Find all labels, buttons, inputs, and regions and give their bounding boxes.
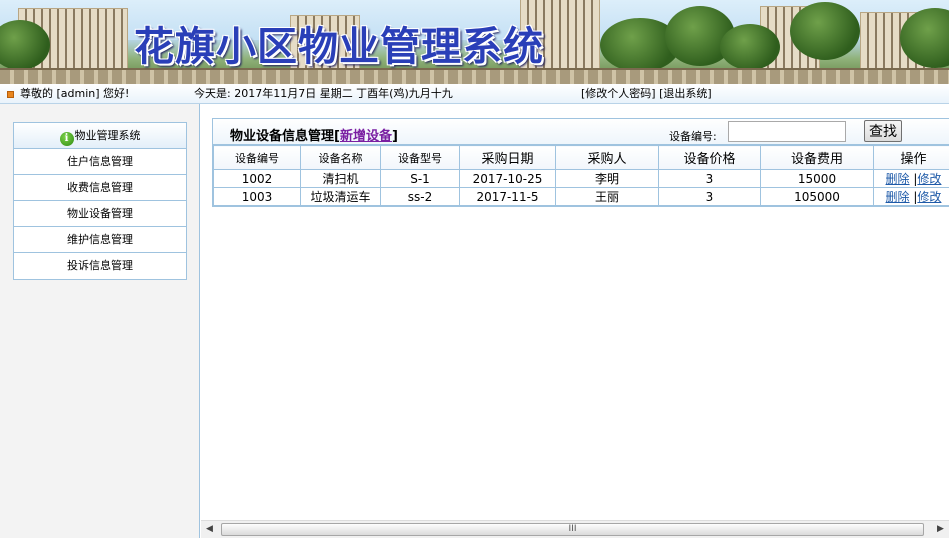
column-header: 设备价格 xyxy=(658,145,761,170)
account-links: [修改个人密码] [退出系统] xyxy=(581,84,712,104)
column-header: 采购日期 xyxy=(459,145,556,170)
equipment-panel: 物业设备信息管理[新增设备] 设备编号: 查找 设备编号 设备名称 设备型号 采… xyxy=(212,118,949,207)
page-title-text: 物业设备信息管理 xyxy=(230,129,335,144)
search-label: 设备编号: xyxy=(669,130,717,143)
banner-tree xyxy=(790,2,860,60)
column-header: 设备型号 xyxy=(380,145,460,170)
page-title: 物业设备信息管理[新增设备] xyxy=(230,129,398,144)
sidebar-header-label: 物业管理系统 xyxy=(74,129,141,142)
cell-buyer: 王丽 xyxy=(555,187,659,206)
welcome-text: 尊敬的 [admin] 您好! xyxy=(20,87,130,100)
cell-buyer: 李明 xyxy=(555,169,659,188)
table-header-row: 设备编号 设备名称 设备型号 采购日期 采购人 设备价格 设备费用 操作 xyxy=(213,145,949,170)
column-header: 采购人 xyxy=(555,145,659,170)
cell-id: 1003 xyxy=(213,187,301,206)
sidebar-item-fees[interactable]: 收费信息管理 xyxy=(14,175,186,201)
cell-model: S-1 xyxy=(380,169,460,188)
equipment-id-search-input[interactable] xyxy=(728,121,846,142)
banner-tree xyxy=(720,24,780,70)
sidebar-item-maintenance[interactable]: 维护信息管理 xyxy=(14,227,186,253)
change-password-link[interactable]: [修改个人密码] xyxy=(581,87,656,100)
panel-header: 物业设备信息管理[新增设备] 设备编号: 查找 xyxy=(213,119,949,145)
delete-link[interactable]: 删除 xyxy=(886,172,910,186)
cell-actions: 删除 |修改 xyxy=(873,169,949,188)
cell-actions: 删除 |修改 xyxy=(873,187,949,206)
sidebar-header: i 物业管理系统 xyxy=(14,123,186,149)
cell-price: 3 xyxy=(658,187,761,206)
bullet-icon xyxy=(7,91,14,98)
horizontal-scrollbar[interactable]: ◀ III ▶ xyxy=(201,520,949,538)
column-header: 设备费用 xyxy=(760,145,874,170)
sidebar: i 物业管理系统 住户信息管理 收费信息管理 物业设备管理 维护信息管理 投诉信息… xyxy=(0,104,200,538)
sidebar-item-equipment[interactable]: 物业设备管理 xyxy=(14,201,186,227)
scroll-left-icon[interactable]: ◀ xyxy=(201,521,218,538)
delete-link[interactable]: 删除 xyxy=(886,190,910,204)
info-icon: i xyxy=(59,132,74,146)
info-bar: 尊敬的 [admin] 您好! 今天是: 2017年11月7日 星期二 丁酉年(… xyxy=(0,84,949,104)
header-banner: 花旗小区物业管理系统 xyxy=(0,0,949,84)
scrollbar-thumb[interactable]: III xyxy=(221,523,924,536)
column-header: 操作 xyxy=(873,145,949,170)
table-row: 1003 垃圾清运车 ss-2 2017-11-5 王丽 3 105000 删除… xyxy=(213,187,949,206)
cell-date: 2017-10-25 xyxy=(459,169,556,188)
date-text: 今天是: 2017年11月7日 星期二 丁酉年(鸡)九月十九 xyxy=(194,87,453,100)
column-header: 设备编号 xyxy=(213,145,301,170)
scroll-right-icon[interactable]: ▶ xyxy=(932,521,949,538)
column-header: 设备名称 xyxy=(300,145,381,170)
cell-cost: 105000 xyxy=(760,187,874,206)
cell-id: 1002 xyxy=(213,169,301,188)
cell-name: 清扫机 xyxy=(300,169,381,188)
cell-date: 2017-11-5 xyxy=(459,187,556,206)
edit-link[interactable]: 修改 xyxy=(917,190,941,204)
table-row: 1002 清扫机 S-1 2017-10-25 李明 3 15000 删除 |修… xyxy=(213,169,949,188)
sidebar-item-complaints[interactable]: 投诉信息管理 xyxy=(14,253,186,279)
scrollbar-grip-icon: III xyxy=(568,524,577,534)
logout-link[interactable]: [退出系统] xyxy=(659,87,712,100)
cell-name: 垃圾清运车 xyxy=(300,187,381,206)
search-button[interactable]: 查找 xyxy=(864,120,902,142)
app-title: 花旗小区物业管理系统 xyxy=(134,23,544,70)
cell-model: ss-2 xyxy=(380,187,460,206)
equipment-table: 设备编号 设备名称 设备型号 采购日期 采购人 设备价格 设备费用 操作 100… xyxy=(213,145,949,206)
edit-link[interactable]: 修改 xyxy=(917,172,941,186)
sidebar-item-residents[interactable]: 住户信息管理 xyxy=(14,149,186,175)
cell-cost: 15000 xyxy=(760,169,874,188)
main-content: 物业设备信息管理[新增设备] 设备编号: 查找 设备编号 设备名称 设备型号 采… xyxy=(201,104,949,522)
cell-price: 3 xyxy=(658,169,761,188)
sidebar-menu: i 物业管理系统 住户信息管理 收费信息管理 物业设备管理 维护信息管理 投诉信息… xyxy=(13,122,187,280)
add-equipment-link[interactable]: 新增设备 xyxy=(340,129,392,144)
